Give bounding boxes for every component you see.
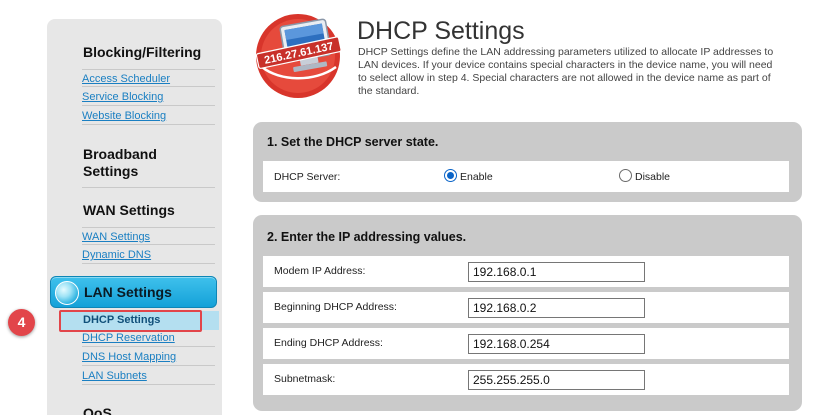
- globe-icon: [55, 281, 79, 305]
- sidebar-heading-lan-active[interactable]: LAN Settings: [50, 276, 217, 308]
- ending-dhcp-row: Ending DHCP Address: 192.168.0.254: [263, 328, 789, 359]
- section-2-title: 2. Enter the IP addressing values.: [267, 230, 467, 244]
- beginning-dhcp-row: Beginning DHCP Address: 192.168.0.2: [263, 292, 789, 323]
- ending-dhcp-label: Ending DHCP Address:: [274, 337, 383, 349]
- network-computer-icon: 216.27.61.137: [255, 14, 342, 98]
- step-badge: 4: [8, 309, 35, 336]
- subnetmask-row: Subnetmask: 255.255.255.0: [263, 364, 789, 395]
- sidebar-link-service-blocking[interactable]: Service Blocking: [82, 88, 215, 106]
- highlight-box: [59, 310, 202, 332]
- sidebar-link-wan-settings[interactable]: WAN Settings: [82, 227, 215, 245]
- dhcp-server-section: 1. Set the DHCP server state. DHCP Serve…: [253, 122, 802, 202]
- enable-radio[interactable]: [444, 169, 457, 182]
- sidebar-heading-broadband[interactable]: Broadband Settings: [83, 146, 157, 180]
- sidebar-link-website-blocking[interactable]: Website Blocking: [82, 107, 215, 125]
- sidebar-link-dns-host-mapping[interactable]: DNS Host Mapping: [82, 348, 215, 366]
- ending-dhcp-input[interactable]: 192.168.0.254: [468, 334, 645, 354]
- dhcp-server-label: DHCP Server:: [274, 171, 341, 183]
- modem-ip-input[interactable]: 192.168.0.1: [468, 262, 645, 282]
- page-description: DHCP Settings define the LAN addressing …: [358, 46, 774, 97]
- sidebar-link-lan-subnets[interactable]: LAN Subnets: [82, 367, 215, 385]
- sidebar-heading-qos[interactable]: QoS: [83, 405, 112, 415]
- disable-radio[interactable]: [619, 169, 632, 182]
- sidebar-heading-lan-label: LAN Settings: [84, 284, 172, 300]
- beginning-dhcp-label: Beginning DHCP Address:: [274, 301, 397, 313]
- subnetmask-input[interactable]: 255.255.255.0: [468, 370, 645, 390]
- sidebar-divider: [82, 187, 215, 188]
- modem-ip-label: Modem IP Address:: [274, 265, 366, 277]
- sidebar-link-access-scheduler[interactable]: Access Scheduler: [82, 69, 215, 87]
- subnetmask-label: Subnetmask:: [274, 373, 336, 385]
- ip-addressing-section: 2. Enter the IP addressing values. Modem…: [253, 215, 802, 411]
- page-title: DHCP Settings: [357, 17, 525, 45]
- modem-ip-row: Modem IP Address: 192.168.0.1: [263, 256, 789, 287]
- beginning-dhcp-input[interactable]: 192.168.0.2: [468, 298, 645, 318]
- sidebar-heading-blocking[interactable]: Blocking/Filtering: [83, 44, 201, 61]
- section-1-title: 1. Set the DHCP server state.: [267, 135, 439, 149]
- enable-radio-label[interactable]: Enable: [460, 171, 493, 183]
- sidebar-nav: Blocking/Filtering Access Scheduler Serv…: [47, 19, 222, 415]
- disable-radio-label[interactable]: Disable: [635, 171, 670, 183]
- dhcp-server-row: DHCP Server: Enable Disable: [263, 161, 789, 192]
- sidebar-link-dynamic-dns[interactable]: Dynamic DNS: [82, 246, 215, 264]
- sidebar-heading-wan[interactable]: WAN Settings: [83, 202, 175, 219]
